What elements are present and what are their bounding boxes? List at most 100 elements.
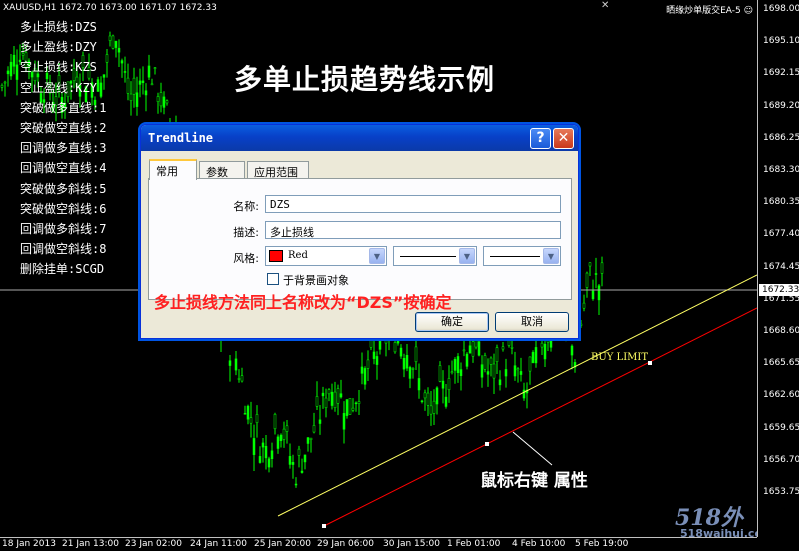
candle-body bbox=[288, 456, 292, 465]
price-tick: 1665.65 bbox=[763, 358, 799, 369]
candle-body bbox=[126, 77, 130, 94]
candle-body bbox=[393, 342, 397, 353]
candle-body bbox=[582, 302, 586, 309]
price-tick: 1668.60 bbox=[763, 326, 799, 336]
candle-body bbox=[9, 61, 13, 77]
trendline-dialog: Trendline ? ✕ 常用 参数 应用范围 名称: DZS 描述: 多止损… bbox=[140, 124, 579, 339]
candle-body bbox=[546, 340, 550, 343]
candle-body bbox=[441, 380, 445, 389]
legend-item: 空止损线:KZS bbox=[20, 60, 97, 75]
tab-params[interactable]: 参数 bbox=[199, 161, 245, 179]
ea-name: 晒缘炒单版交EA-5 bbox=[666, 6, 741, 16]
candle-body bbox=[282, 428, 286, 440]
candle-body bbox=[234, 358, 238, 371]
tab-scope[interactable]: 应用范围 bbox=[247, 161, 309, 179]
candle-body bbox=[540, 342, 544, 348]
candle-body bbox=[123, 71, 127, 73]
candle-body bbox=[156, 96, 160, 102]
candle-body bbox=[375, 356, 379, 365]
instruction-note: 多止损线方法同上名称改为“DZS”按确定 bbox=[154, 293, 452, 312]
chevron-down-icon[interactable]: ▼ bbox=[369, 248, 385, 264]
legend-item: 回调做多斜线:7 bbox=[20, 222, 107, 237]
chevron-down-icon[interactable]: ▼ bbox=[459, 248, 475, 264]
candle-body bbox=[351, 407, 355, 411]
candle-body bbox=[153, 67, 157, 69]
line-width-select[interactable]: ▼ bbox=[483, 246, 561, 266]
symbol-info: XAUUSD,H1 1672.70 1673.00 1671.07 1672.3… bbox=[3, 3, 217, 13]
command-legend: 多止损线:DZS 多止盈线:DZY 空止损线:KZS 空止盈线:KZY 突破做多… bbox=[20, 17, 106, 280]
candle-body bbox=[273, 414, 277, 430]
color-select[interactable]: Red ▼ bbox=[265, 246, 387, 266]
dialog-titlebar[interactable]: Trendline ? ✕ bbox=[141, 125, 578, 151]
candle-body bbox=[591, 290, 595, 300]
price-tick: 1659.65 bbox=[763, 422, 799, 433]
chart-close-icon[interactable]: ✕ bbox=[601, 0, 609, 11]
candle-body bbox=[129, 93, 133, 101]
candle-body bbox=[519, 371, 523, 375]
candle-body bbox=[462, 349, 466, 352]
candle-body bbox=[420, 400, 424, 403]
candle-body bbox=[159, 92, 163, 107]
candle-body bbox=[498, 379, 502, 386]
legend-item: 突破做多斜线:5 bbox=[20, 181, 107, 196]
candle-body bbox=[336, 388, 340, 404]
candle-body bbox=[264, 445, 268, 459]
chart-area[interactable]: XAUUSD,H1 1672.70 1673.00 1671.07 1672.3… bbox=[0, 0, 757, 537]
candle-body bbox=[249, 417, 253, 424]
candle-body bbox=[513, 365, 517, 377]
legend-item: 回调做多直线:3 bbox=[20, 141, 107, 156]
buy-limit-label: BUY LIMIT bbox=[591, 352, 649, 363]
candle-body bbox=[15, 64, 19, 80]
background-checkbox[interactable] bbox=[267, 273, 279, 285]
candle-body bbox=[501, 346, 505, 350]
candle-body bbox=[429, 405, 433, 415]
ok-button[interactable]: 确定 bbox=[415, 312, 489, 332]
time-tick: 25 Jan 20:00 bbox=[254, 539, 311, 549]
price-tick: 1689.20 bbox=[763, 100, 799, 111]
trendline-anchor bbox=[322, 524, 326, 528]
candle-body bbox=[471, 341, 475, 357]
price-tick: 1683.30 bbox=[763, 165, 799, 175]
candle-body bbox=[465, 353, 469, 367]
candle-body bbox=[450, 371, 454, 374]
candle-body bbox=[426, 392, 430, 406]
candle-body bbox=[240, 375, 244, 382]
price-tick: 1680.35 bbox=[763, 197, 799, 208]
candle-body bbox=[534, 347, 538, 364]
candle-body bbox=[108, 35, 112, 41]
candle-body bbox=[114, 40, 118, 48]
candle-body bbox=[399, 347, 403, 357]
candle-body bbox=[354, 402, 358, 405]
candle-body bbox=[267, 458, 271, 468]
time-axis: 18 Jan 2013 21 Jan 13:00 23 Jan 02:00 24 Ja… bbox=[0, 537, 757, 551]
line-style-select[interactable]: ▼ bbox=[393, 246, 477, 266]
candle-body bbox=[594, 273, 598, 275]
tab-common[interactable]: 常用 bbox=[149, 159, 197, 180]
candle-body bbox=[12, 54, 16, 67]
legend-item: 突破做空直线:2 bbox=[20, 121, 107, 136]
price-tick: 1692.15 bbox=[763, 68, 799, 79]
candle-body bbox=[570, 345, 574, 356]
candle-body bbox=[600, 262, 604, 274]
help-button[interactable]: ? bbox=[530, 128, 551, 149]
candle-body bbox=[270, 450, 274, 459]
candle-body bbox=[246, 405, 250, 420]
candle-body bbox=[285, 425, 289, 432]
candle-body bbox=[165, 100, 169, 104]
candle-body bbox=[309, 437, 313, 440]
candle-body bbox=[147, 65, 151, 78]
cancel-button[interactable]: 取消 bbox=[495, 312, 569, 332]
candle-body bbox=[453, 359, 457, 371]
chevron-down-icon[interactable]: ▼ bbox=[543, 248, 559, 264]
legend-item: 回调做空直线:4 bbox=[20, 161, 107, 176]
annotation-pointer bbox=[512, 431, 553, 466]
candle-body bbox=[483, 355, 487, 370]
candle-body bbox=[297, 448, 301, 456]
name-field[interactable]: DZS bbox=[265, 195, 561, 213]
candle-body bbox=[423, 392, 427, 399]
line-width-sample bbox=[490, 256, 540, 257]
time-tick: 29 Jan 06:00 bbox=[317, 539, 374, 549]
candle-body bbox=[276, 436, 280, 449]
desc-field[interactable]: 多止损线 bbox=[265, 221, 561, 239]
close-button[interactable]: ✕ bbox=[553, 128, 574, 149]
